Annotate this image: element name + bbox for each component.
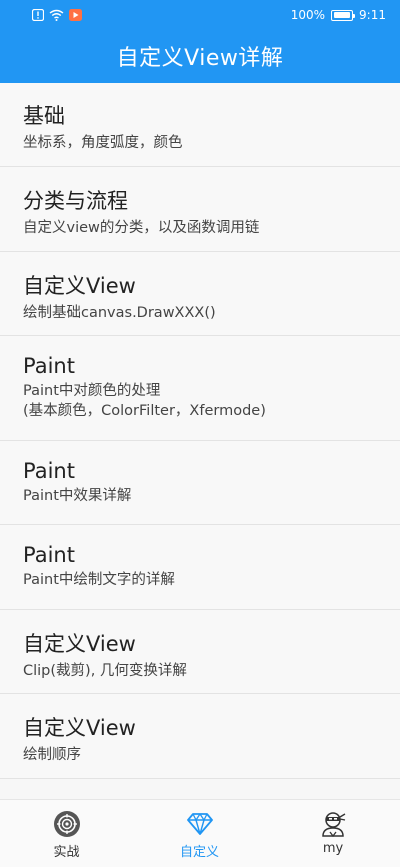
item-desc: Paint中绘制文字的详解 (23, 572, 175, 588)
tab-custom[interactable]: 自定义 (133, 800, 266, 867)
clock: 9:11 (359, 8, 386, 22)
battery-icon (331, 9, 356, 21)
tab-label: 自定义 (179, 845, 219, 860)
item-desc: 绘制基础canvas.DrawXXX() (23, 305, 216, 321)
status-right: 100% 9:11 (291, 8, 386, 22)
page-title: 自定义View详解 (116, 46, 284, 71)
diamond-icon (186, 810, 214, 838)
ninja-avatar-icon (319, 810, 347, 838)
item-desc: Paint中效果详解 (23, 488, 132, 504)
item-desc: (基本颜色，ColorFilter，Xfermode) (23, 403, 266, 419)
item-desc: Paint中对颜色的处理 (23, 383, 161, 399)
list-item[interactable]: 基础 坐标系，角度弧度，颜色 (0, 83, 400, 167)
list-item[interactable]: Paint Paint中对颜色的处理 (基本颜色，ColorFilter，Xfe… (0, 336, 400, 441)
item-title: 分类与流程 (23, 189, 128, 213)
bottom-nav: 实战 自定义 my (0, 799, 400, 867)
status-bar: 100% 9:11 (0, 0, 400, 30)
battery-percent: 100% (290, 8, 326, 22)
app-screen: 100% 9:11 自定义View详解 基础 坐标系，角度弧度，颜色 分类与流程… (0, 0, 400, 867)
notification-alert-icon (32, 9, 44, 21)
item-desc: 自定义view的分类，以及函数调用链 (23, 220, 260, 236)
item-title: 自定义View (23, 716, 136, 740)
item-title: Paint (23, 543, 75, 567)
item-title: Paint (23, 459, 75, 483)
item-desc: 坐标系，角度弧度，颜色 (23, 135, 183, 151)
topic-list: 基础 坐标系，角度弧度，颜色 分类与流程 自定义view的分类，以及函数调用链 … (0, 83, 400, 799)
list-item[interactable]: 分类与流程 自定义view的分类，以及函数调用链 (0, 167, 400, 252)
tab-practice[interactable]: 实战 (0, 800, 133, 867)
item-title: 自定义View (23, 632, 136, 656)
item-desc: Clip(裁剪), 几何变换详解 (23, 663, 187, 679)
app-header: 100% 9:11 自定义View详解 (0, 0, 400, 83)
wifi-icon (49, 9, 64, 21)
target-icon (53, 810, 81, 838)
list-item[interactable]: 自定义View 绘制基础canvas.DrawXXX() (0, 252, 400, 336)
tab-my[interactable]: my (266, 800, 400, 867)
tab-label: 实战 (53, 845, 80, 860)
media-app-icon (69, 9, 82, 21)
status-left (32, 9, 82, 21)
tab-label: my (322, 841, 344, 856)
list-item[interactable]: 自定义View Clip(裁剪), 几何变换详解 (0, 610, 400, 694)
item-title: 自定义View (23, 274, 136, 298)
list-item[interactable]: 自定义View 绘制顺序 (0, 694, 400, 779)
item-desc: 绘制顺序 (23, 747, 81, 763)
list-item[interactable]: Paint Paint中绘制文字的详解 (0, 525, 400, 610)
item-title: 基础 (23, 104, 65, 128)
list-item[interactable]: Paint Paint中效果详解 (0, 441, 400, 525)
item-title: Paint (23, 354, 75, 378)
